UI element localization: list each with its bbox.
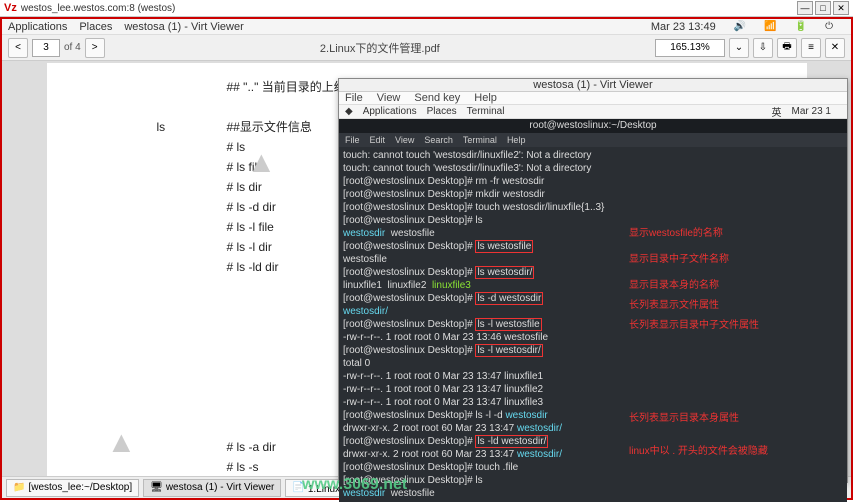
close-tab-button[interactable]: ✕ [825,38,845,58]
applications-menu[interactable]: Applications [8,21,67,33]
terminal-window: root@westoslinux:~/Desktop File Edit Vie… [339,119,847,502]
text-line: # ls -s [227,457,259,476]
terminal-line: westosdir westosfile [343,227,843,240]
page-number-input[interactable] [32,39,60,57]
volume-icon[interactable]: 🔊 [734,21,746,32]
places-menu[interactable]: Places [79,21,112,33]
terminal-line: [root@westoslinux Desktop]# ls -d westos… [343,292,843,305]
terminal-line: [root@westoslinux Desktop]# ls westosdir… [343,266,843,279]
app-icon: Vz [4,2,17,14]
inner-apps-menu[interactable]: Applications [363,106,417,117]
annotation: 长列表显示目录中子文件属性 [629,319,759,332]
inner-places-menu[interactable]: Places [427,106,457,117]
close-button[interactable]: ✕ [833,1,849,15]
term-menu-terminal[interactable]: Terminal [463,135,497,145]
text-line: # ls -d dir [227,197,276,217]
power-icon[interactable]: 🔋 [795,21,807,32]
terminal-line: [root@westoslinux Desktop]# ls [343,474,843,487]
virt-titlebar[interactable]: westosa (1) - Virt Viewer [339,79,847,92]
pdf-toolbar: < of 4 > 2.Linux下的文件管理.pdf ⌄ ⇩ 🖶 ≡ ✕ [2,35,851,61]
gnome-top-bar: Applications Places westosa (1) - Virt V… [2,19,851,35]
term-menu-help[interactable]: Help [507,135,526,145]
text-line: # ls [227,137,246,157]
terminal-line: [root@westoslinux Desktop]# ls -l -d wes… [343,409,843,422]
text-line: ls [157,117,227,137]
watermark-logo: ▲ [107,433,137,453]
taskbar-item[interactable]: 🖥westosa (1) - Virt Viewer [143,479,281,497]
terminal-line: -rw-r--r--. 1 root root 0 Mar 23 13:47 l… [343,370,843,383]
terminal-line: [root@westoslinux Desktop]# ls [343,214,843,227]
terminal-line: westosdir westosfile [343,487,843,500]
menu-button[interactable]: ≡ [801,38,821,58]
window-title: westos_lee.westos.com:8 (westos) [21,3,797,14]
virt-menu-help[interactable]: Help [474,92,497,104]
terminal-line: drwxr-xr-x. 2 root root 60 Mar 23 13:47 … [343,422,843,435]
outer-window-titlebar: Vz westos_lee.westos.com:8 (westos) — □ … [0,0,853,17]
annotation: 长列表显示文件属性 [629,299,719,312]
content-frame: Applications Places westosa (1) - Virt V… [0,17,853,500]
terminal-line: linuxfile1 linuxfile2 linuxfile3 [343,279,843,292]
text-line: # ls dir [227,177,262,197]
text-line: ##显示文件信息 [227,117,312,137]
terminal-line: -rw-r--r--. 1 root root 0 Mar 23 13:46 w… [343,331,843,344]
terminal-line: -rw-r--r--. 1 root root 0 Mar 23 13:47 l… [343,383,843,396]
inner-date-label[interactable]: Mar 23 1 [792,106,831,117]
text-line: # ls -l file [227,217,274,237]
next-page-button[interactable]: > [85,38,105,58]
terminal-titlebar: root@westoslinux:~/Desktop [339,119,847,133]
maximize-button[interactable]: □ [815,1,831,15]
terminal-line: [root@westoslinux Desktop]# touch westos… [343,201,843,214]
terminal-body[interactable]: 显示westosfile的名称 显示目录中子文件名称 显示目录本身的名称 长列表… [339,147,847,502]
term-menu-file[interactable]: File [345,135,360,145]
terminal-line: [root@westoslinux Desktop]# rm -fr westo… [343,175,843,188]
virt-menu-view[interactable]: View [377,92,401,104]
annotation: linux中以 . 开头的文件会被隐藏 [629,445,768,458]
text-line: # ls file [227,157,264,177]
terminal-line: westosdir/ [343,305,843,318]
annotation: 长列表显示目录本身属性 [629,412,739,425]
text-line: # ls -ld dir [227,257,279,277]
annotation: 显示目录本身的名称 [629,279,719,292]
terminal-line: -rw-r--r--. 1 root root 0 Mar 23 13:47 l… [343,396,843,409]
inner-terminal-menu[interactable]: Terminal [467,106,505,117]
print-button[interactable]: 🖶 [777,38,797,58]
inner-lang-label[interactable]: 英 [772,104,782,119]
inner-gnome-bar: ◆ Applications Places Terminal 英 Mar 23 … [339,105,847,119]
terminal-line: [root@westoslinux Desktop]# ls -ld westo… [343,435,843,448]
page-of-label: of 4 [64,42,81,53]
terminal-line: [root@westoslinux Desktop]# ls -l westos… [343,344,843,357]
network-icon[interactable]: 📶 [764,21,776,32]
terminal-line: [root@westoslinux Desktop]# ls westosfil… [343,240,843,253]
minimize-button[interactable]: — [797,1,813,15]
term-menu-view[interactable]: View [395,135,414,145]
text-line: # ls -a dir [227,437,276,457]
virt-menu-file[interactable]: File [345,92,363,104]
virt-viewer-window[interactable]: westosa (1) - Virt Viewer File View Send… [338,78,848,483]
annotation: 显示目录中子文件名称 [629,253,729,266]
current-app-label[interactable]: westosa (1) - Virt Viewer [124,21,243,33]
zoom-dropdown-button[interactable]: ⌄ [729,38,749,58]
terminal-line: total 0 [343,357,843,370]
text-line: # ls -l dir [227,237,272,257]
term-menu-edit[interactable]: Edit [370,135,386,145]
prev-page-button[interactable]: < [8,38,28,58]
terminal-line: [root@westoslinux Desktop]# mkdir westos… [343,188,843,201]
shutdown-icon[interactable]: ⏻ [825,21,833,32]
clock-label[interactable]: Mar 23 13:49 [651,21,716,33]
term-menu-search[interactable]: Search [424,135,453,145]
terminal-line: touch: cannot touch 'westosdir/linuxfile… [343,149,843,162]
terminal-line: touch: cannot touch 'westosdir/linuxfile… [343,162,843,175]
zoom-input[interactable] [655,39,725,57]
virt-menu-sendkey[interactable]: Send key [414,92,460,104]
terminal-line: [root@westoslinux Desktop]# touch .file [343,461,843,474]
download-button[interactable]: ⇩ [753,38,773,58]
text-line: ## ".." [227,77,259,97]
terminal-line: [root@westoslinux Desktop]# ls -l westos… [343,318,843,331]
pdf-title: 2.Linux下的文件管理.pdf [109,40,651,56]
taskbar-item[interactable]: 📁[westos_lee:~/Desktop] [6,479,139,497]
terminal-line: drwxr-xr-x. 2 root root 60 Mar 23 13:47 … [343,448,843,461]
annotation: 显示westosfile的名称 [629,227,723,240]
terminal-line: westosfile [343,253,843,266]
terminal-menubar: File Edit View Search Terminal Help [339,133,847,147]
